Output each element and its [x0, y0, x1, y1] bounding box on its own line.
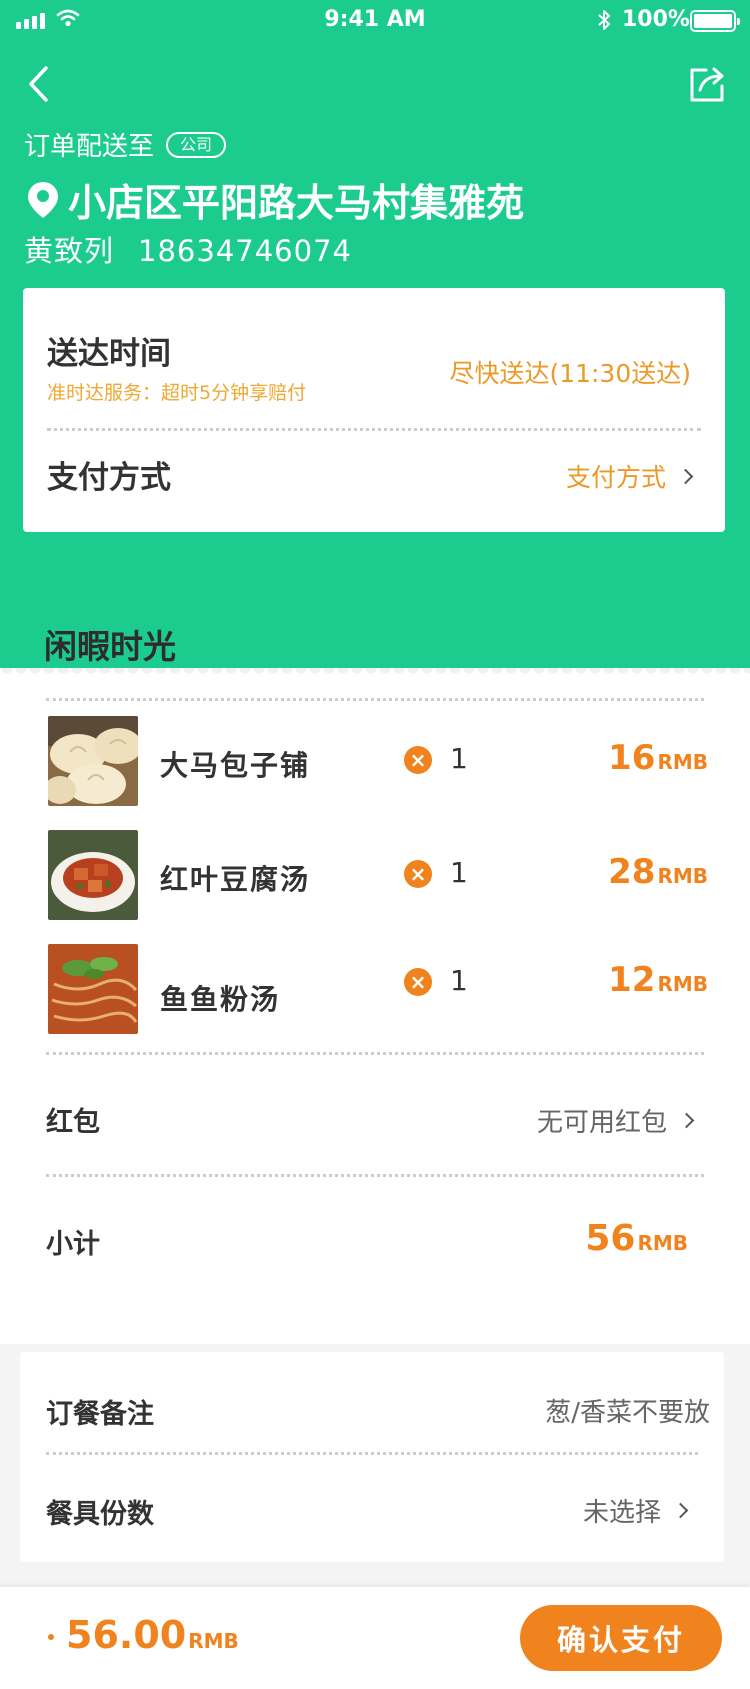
- divider: [46, 1174, 704, 1177]
- delivery-payment-card: 送达时间 准时达服务：超时5分钟享赔付 尽快送达(11:30送达) 支付方式 支…: [23, 288, 725, 532]
- item-price: 12 RMB: [608, 960, 708, 1000]
- deliver-to-label: 订单配送至: [24, 132, 155, 162]
- checkout-bar: 56.00 RMB 确认支付: [0, 1587, 750, 1689]
- multiply-icon: ×: [404, 746, 432, 774]
- chevron-right-icon: [677, 468, 694, 484]
- item-quantity: 1: [450, 742, 468, 775]
- status-bar: 9:41 AM 100%: [0, 0, 750, 40]
- multiply-icon: ×: [404, 860, 432, 888]
- bluetooth-icon: [598, 10, 610, 30]
- item-quantity: 1: [450, 964, 468, 997]
- item-name: 鱼鱼粉汤: [160, 983, 281, 1016]
- subtotal-label: 小计: [46, 1229, 100, 1260]
- item-quantity: 1: [450, 856, 468, 889]
- chevron-right-icon: [678, 1112, 695, 1129]
- order-options-card: 订餐备注 葱/香菜不要放 餐具份数 未选择: [20, 1352, 724, 1562]
- location-pin-icon: [28, 181, 58, 218]
- shop-name: 闲暇时光: [44, 627, 176, 666]
- food-image-noodle-soup: [48, 944, 138, 1034]
- divider: [46, 1052, 704, 1055]
- item-price: 16 RMB: [608, 738, 708, 778]
- divider: [46, 698, 704, 701]
- divider: [46, 1452, 698, 1455]
- address-row[interactable]: 小店区平阳路大马村集雅苑: [26, 172, 524, 227]
- delivery-guarantee-note: 准时达服务：超时5分钟享赔付: [47, 382, 307, 404]
- order-total: 56.00 RMB: [48, 1613, 239, 1657]
- item-price: 28 RMB: [608, 852, 708, 892]
- divider: [47, 428, 701, 431]
- order-item: 鱼鱼粉汤 × 1 12 RMB: [48, 944, 708, 1036]
- red-packet-label: 红包: [46, 1107, 100, 1138]
- bullet-dot: [48, 1634, 54, 1640]
- payment-method-value: 支付方式: [565, 463, 666, 492]
- scallop-edge: [0, 668, 750, 708]
- share-icon[interactable]: [686, 64, 730, 104]
- remark-label: 订餐备注: [46, 1399, 154, 1430]
- red-packet-value: 无可用红包: [536, 1108, 667, 1138]
- order-item: 大马包子铺 × 1 16 RMB: [48, 716, 708, 808]
- red-packet-selector[interactable]: 无可用红包: [536, 1102, 695, 1139]
- contact-info: 黄致列 18634746074: [24, 228, 352, 270]
- confirm-payment-button[interactable]: 确认支付: [520, 1605, 722, 1671]
- item-name: 红叶豆腐汤: [160, 863, 311, 896]
- subtotal-value: 56 RMB: [585, 1218, 688, 1259]
- item-name: 大马包子铺: [160, 749, 311, 782]
- delivery-time-value[interactable]: 尽快送达(11:30送达): [449, 354, 691, 390]
- payment-method-title: 支付方式: [47, 460, 171, 496]
- contact-name: 黄致列: [24, 234, 115, 268]
- tableware-value: 未选择: [582, 1498, 661, 1528]
- total-amount: 56.00: [66, 1613, 187, 1657]
- payment-method-selector[interactable]: 支付方式: [565, 458, 694, 494]
- total-unit: RMB: [188, 1629, 239, 1653]
- back-button[interactable]: [22, 62, 56, 106]
- food-image-braised-tofu: [48, 830, 138, 920]
- tableware-selector[interactable]: 未选择: [582, 1492, 689, 1529]
- multiply-icon: ×: [404, 968, 432, 996]
- chevron-right-icon: [672, 1502, 689, 1519]
- contact-phone: 18634746074: [138, 234, 352, 268]
- deliver-to: 订单配送至 公司: [24, 126, 227, 163]
- address-text: 小店区平阳路大马村集雅苑: [68, 181, 525, 225]
- battery-percent: 100%: [622, 7, 690, 32]
- food-image-steamed-buns: [48, 716, 138, 806]
- battery-icon: [690, 10, 740, 32]
- order-item: 红叶豆腐汤 × 1 28 RMB: [48, 830, 708, 922]
- tableware-label: 餐具份数: [46, 1499, 154, 1530]
- remark-value[interactable]: 葱/香菜不要放: [545, 1392, 710, 1429]
- delivery-time-title: 送达时间: [47, 336, 171, 372]
- address-tag: 公司: [166, 131, 227, 158]
- order-items-section: 大马包子铺 × 1 16 RMB 红叶豆腐汤 × 1 28 RMB 鱼鱼粉汤 ×…: [0, 668, 750, 1344]
